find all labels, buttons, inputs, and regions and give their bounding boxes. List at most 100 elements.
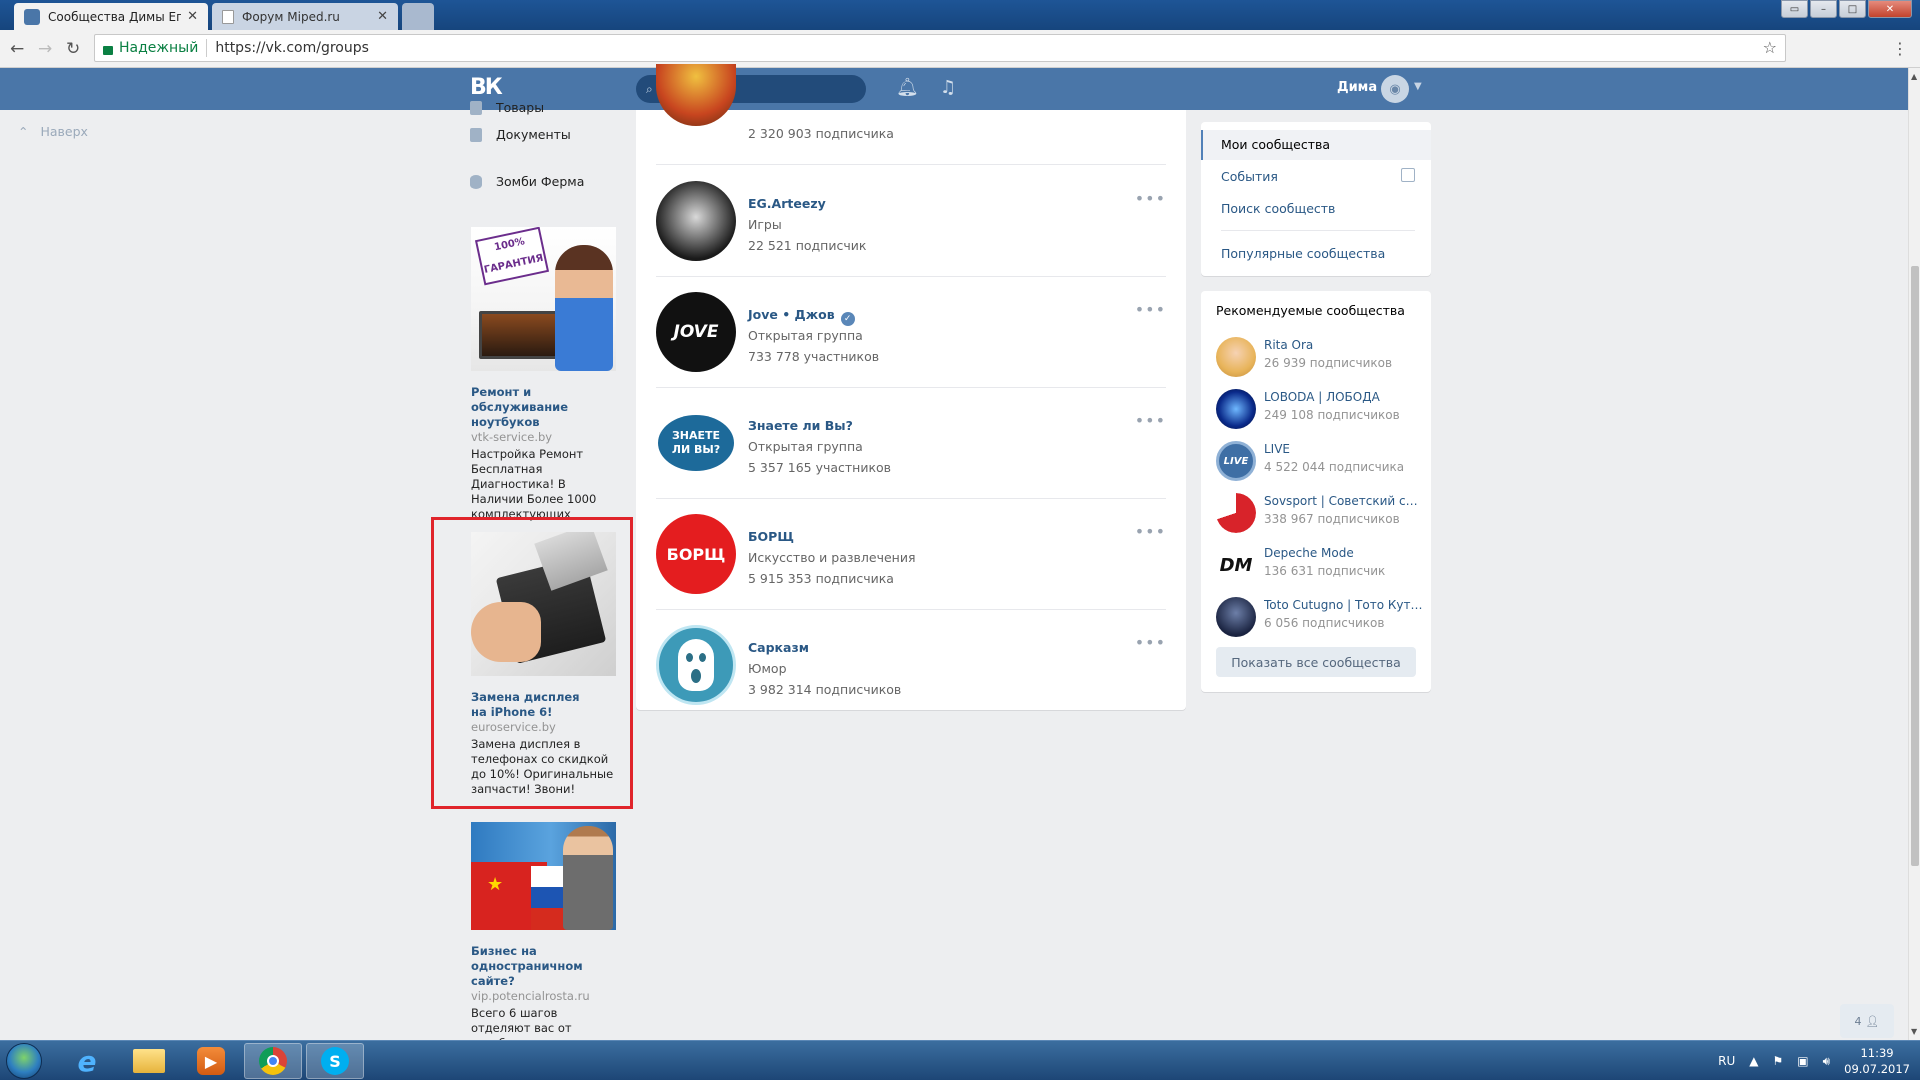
menu-search-communities[interactable]: Поиск сообществ — [1221, 201, 1335, 216]
group-row[interactable]: JOVE Jove • Джов ✓ Открытая группа 733 77… — [656, 276, 1166, 388]
ad-image-business[interactable]: ★ — [471, 822, 616, 930]
group-name[interactable]: EG.Arteezy — [748, 196, 826, 211]
sidebar-item-goods[interactable]: Товары — [470, 100, 544, 115]
reload-icon[interactable]: ↻ — [66, 39, 80, 59]
ad-title[interactable]: Бизнес на одностраничном сайте? — [471, 944, 616, 989]
recommended-avatar[interactable] — [1216, 597, 1256, 637]
minimize-icon[interactable]: – — [1810, 0, 1837, 18]
tab-vk-groups[interactable]: Сообщества Димы Егор ✕ — [14, 3, 208, 30]
recommended-item[interactable]: Sovsport | Советский спорт 338 967 подпи… — [1216, 485, 1424, 537]
tab-close-icon[interactable]: ✕ — [187, 9, 198, 24]
maximize-icon[interactable]: □ — [1839, 0, 1866, 18]
group-row[interactable]: БОРЩ БОРЩ Искусство и развлечения 5 915 … — [656, 498, 1166, 610]
vk-favicon-icon — [24, 8, 40, 25]
group-avatar[interactable]: БОРЩ — [656, 514, 736, 594]
sidebar-item-documents[interactable]: Документы — [470, 127, 571, 142]
group-avatar[interactable] — [656, 625, 736, 705]
user-avatar[interactable]: ◉ — [1381, 75, 1409, 103]
taskbar-chrome[interactable] — [244, 1043, 302, 1079]
group-row[interactable]: EG.Arteezy Игры 22 521 подписчик ••• — [656, 165, 1166, 277]
recommended-item[interactable]: Rita Ora 26 939 подписчиков — [1216, 329, 1421, 381]
user-name[interactable]: Дима — [1337, 80, 1377, 95]
menu-my-communities[interactable]: Мои сообщества — [1221, 137, 1330, 152]
more-options-icon[interactable]: ••• — [1135, 411, 1166, 430]
volume-icon[interactable]: 🔊︎ — [1823, 1054, 1831, 1069]
more-options-icon[interactable]: ••• — [1135, 300, 1166, 319]
forward-arrow-icon[interactable]: → — [38, 39, 52, 59]
scroll-up-icon[interactable]: ▲ — [1911, 72, 1917, 81]
calendar-icon[interactable] — [1401, 168, 1415, 182]
recommended-name[interactable]: Depeche Mode — [1264, 546, 1424, 560]
group-name[interactable]: Jove • Джов ✓ — [748, 307, 855, 326]
group-name[interactable]: Сарказм — [748, 640, 809, 655]
ad-image-laptop[interactable]: 100% ГАРАНТИЯ — [471, 227, 616, 371]
tray-arrow-icon[interactable]: ▲ — [1749, 1054, 1758, 1068]
more-options-icon[interactable]: ••• — [1135, 522, 1166, 541]
flag-icon[interactable]: ⚑ — [1772, 1054, 1783, 1068]
group-avatar[interactable]: JOVE — [656, 292, 736, 372]
group-avatar[interactable] — [656, 181, 736, 261]
group-row[interactable]: ЗНАЕТЕ ЛИ ВЫ? Знаете ли Вы? Открытая гру… — [656, 387, 1166, 499]
recommended-name[interactable]: LOBODA | ЛОБОДА — [1264, 390, 1424, 404]
sidebar-item-zombie-farm[interactable]: Зомби Ферма — [470, 174, 584, 189]
close-window-icon[interactable]: ✕ — [1868, 0, 1912, 18]
menu-events[interactable]: События — [1221, 169, 1278, 184]
recommended-avatar[interactable] — [1216, 389, 1256, 429]
group-row[interactable]: Сарказм Юмор 3 982 314 подписчиков ••• — [656, 609, 1166, 721]
more-options-icon[interactable]: ••• — [1135, 633, 1166, 652]
page-scrollbar[interactable]: ▲ ▼ — [1908, 68, 1920, 1040]
recommended-item[interactable]: LIVE LIVE 4 522 044 подписчика — [1216, 433, 1421, 485]
url-text[interactable]: https://vk.com/groups — [215, 40, 369, 56]
restore-icon[interactable]: ▭ — [1781, 0, 1808, 18]
system-tray: RU ▲ ⚑ ▣ 🔊︎ 11:39 09.07.2017 — [1718, 1041, 1910, 1080]
group-avatar[interactable]: ЗНАЕТЕ ЛИ ВЫ? — [656, 403, 736, 483]
menu-popular-communities[interactable]: Популярные сообщества — [1221, 246, 1385, 261]
sidebar-item-label: Документы — [496, 127, 571, 142]
more-options-icon[interactable]: ••• — [1135, 189, 1166, 208]
new-tab-button[interactable] — [402, 3, 434, 30]
taskbar-ie[interactable]: e — [58, 1043, 116, 1079]
back-arrow-icon[interactable]: ← — [10, 39, 24, 59]
scrollbar-thumb[interactable] — [1911, 266, 1919, 866]
group-row[interactable]: 2 320 903 подписчика — [656, 64, 1166, 165]
ad-title[interactable]: Замена дисплея на iPhone 6! — [471, 690, 616, 720]
recommended-name[interactable]: Rita Ora — [1264, 338, 1424, 352]
group-name[interactable]: БОРЩ — [748, 529, 794, 544]
chat-button[interactable]: 4 👤︎ — [1840, 1004, 1894, 1038]
recommended-avatar[interactable]: DM — [1216, 545, 1256, 585]
recommended-item[interactable]: Toto Cutugno | Тото Кутуньо 6 056 подпис… — [1216, 589, 1424, 641]
recommended-name[interactable]: LIVE — [1264, 442, 1424, 456]
ad-block-laptop-repair[interactable]: 100% ГАРАНТИЯ Ремонт и обслуживание ноут… — [471, 227, 616, 522]
scroll-down-icon[interactable]: ▼ — [1911, 1027, 1917, 1036]
browser-toolbar: ← → ↻ Надежный https://vk.com/groups ☆ ⋮ — [0, 30, 1920, 68]
clock[interactable]: 11:39 09.07.2017 — [1844, 1045, 1910, 1077]
recommended-name[interactable]: Sovsport | Советский спорт — [1264, 494, 1424, 508]
start-button[interactable] — [6, 1043, 42, 1079]
recommended-item[interactable]: LOBODA | ЛОБОДА 249 108 подписчиков — [1216, 381, 1421, 433]
show-all-communities-button[interactable]: Показать все сообщества — [1216, 647, 1416, 677]
ad-title[interactable]: Ремонт и обслуживание ноутбуков — [471, 385, 616, 430]
recommended-avatar[interactable] — [1216, 337, 1256, 377]
ad-image-iphone-repair[interactable] — [471, 532, 616, 676]
recommended-avatar[interactable]: LIVE — [1216, 441, 1256, 481]
vk-logo[interactable]: ВК — [470, 75, 503, 100]
bookmark-star-icon[interactable]: ☆ — [1763, 38, 1777, 57]
network-icon[interactable]: ▣ — [1797, 1054, 1808, 1068]
recommended-item[interactable]: DM Depeche Mode 136 631 подписчик — [1216, 537, 1421, 589]
ad-block-iphone-display[interactable]: Замена дисплея на iPhone 6! euroservice.… — [471, 532, 616, 797]
group-name[interactable]: Знаете ли Вы? — [748, 418, 853, 433]
recommended-avatar[interactable] — [1216, 493, 1256, 533]
ad-title-line: Замена дисплея — [471, 690, 580, 704]
chevron-down-icon[interactable]: ▼ — [1414, 81, 1422, 92]
back-to-top-link[interactable]: ⌃ Наверх — [18, 124, 88, 139]
taskbar-explorer[interactable] — [120, 1043, 178, 1079]
tab-miped-forum[interactable]: Форум Miped.ru ✕ — [212, 3, 398, 30]
taskbar-media-player[interactable]: ▶ — [182, 1043, 240, 1079]
recommended-name[interactable]: Toto Cutugno | Тото Кутуньо — [1264, 598, 1424, 612]
language-indicator[interactable]: RU — [1718, 1054, 1735, 1068]
tab-close-icon[interactable]: ✕ — [377, 9, 388, 24]
taskbar-skype[interactable]: S — [306, 1043, 364, 1079]
address-bar[interactable]: Надежный https://vk.com/groups ☆ — [94, 34, 1786, 62]
browser-menu-icon[interactable]: ⋮ — [1892, 39, 1908, 58]
group-avatar[interactable] — [656, 64, 736, 126]
